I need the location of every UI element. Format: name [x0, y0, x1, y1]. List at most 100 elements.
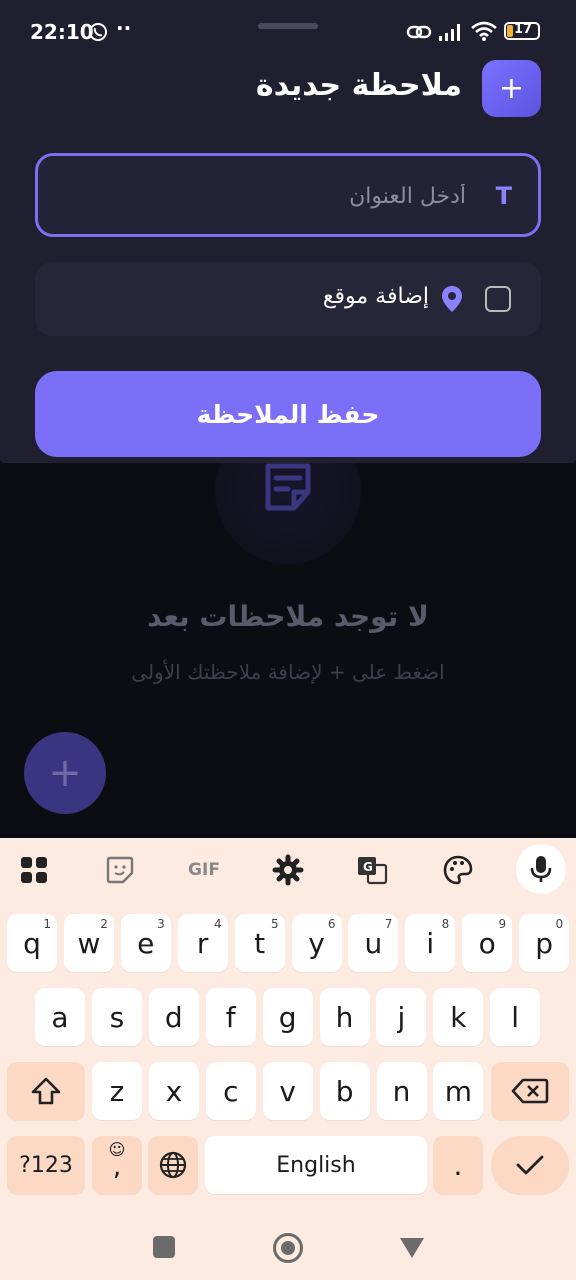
key-label: r [196, 926, 209, 960]
key-l[interactable]: l [490, 988, 541, 1046]
key-label: v [279, 1074, 296, 1108]
key-s[interactable]: s [91, 988, 142, 1046]
key-hint: 1 [43, 917, 51, 931]
key-label: c [223, 1074, 239, 1108]
sticker-icon[interactable] [102, 852, 138, 888]
key-label: b [335, 1074, 354, 1108]
key-k[interactable]: k [433, 988, 484, 1046]
key-b[interactable]: b [319, 1062, 370, 1120]
key-label: k [450, 1000, 467, 1034]
key-a[interactable]: a [35, 988, 85, 1046]
key-w[interactable]: w2 [63, 914, 114, 972]
key-f[interactable]: f [205, 988, 256, 1046]
gif-button[interactable]: GIF [182, 852, 226, 888]
key-label: w [77, 926, 101, 960]
key-q[interactable]: q1 [7, 914, 57, 972]
enter-key[interactable] [491, 1136, 569, 1194]
key-i[interactable]: i8 [405, 914, 456, 972]
key-label: m [444, 1074, 473, 1108]
back-button[interactable] [398, 1236, 426, 1260]
comma-label: , [112, 1152, 122, 1182]
recents-button[interactable] [153, 1236, 175, 1258]
key-r[interactable]: r4 [177, 914, 228, 972]
key-h[interactable]: h [319, 988, 370, 1046]
symbols-key[interactable]: ?123 [7, 1136, 85, 1194]
key-hint: 7 [384, 917, 393, 931]
key-label: d [164, 1000, 183, 1034]
key-label: o [478, 926, 496, 960]
title-field[interactable]: T [35, 153, 541, 237]
key-v[interactable]: v [262, 1062, 313, 1120]
key-c[interactable]: c [205, 1062, 256, 1120]
add-note-fab[interactable]: + [24, 732, 106, 814]
globe-icon [159, 1151, 187, 1179]
plus-icon: + [498, 70, 525, 106]
key-t[interactable]: t5 [234, 914, 285, 972]
period-key[interactable]: . [433, 1136, 483, 1194]
key-label: s [109, 1000, 125, 1034]
key-m[interactable]: m [433, 1062, 484, 1120]
key-g[interactable]: g [262, 988, 313, 1046]
location-checkbox[interactable] [485, 286, 511, 312]
checkmark-icon [516, 1155, 544, 1175]
text-icon: T [495, 182, 512, 210]
key-hint: 6 [327, 917, 336, 931]
title-input[interactable] [86, 178, 466, 214]
key-z[interactable]: z [92, 1062, 142, 1120]
apps-icon[interactable] [16, 852, 52, 888]
key-label: u [364, 926, 383, 960]
empty-state-title: لا توجد ملاحظات بعد [147, 600, 429, 633]
battery-percent: 17 [513, 22, 533, 37]
key-label: a [51, 1000, 69, 1034]
translate-icon[interactable]: G [354, 852, 390, 888]
key-x[interactable]: x [148, 1062, 199, 1120]
empty-state-subtitle: اضغط على + لإضافة ملاحظتك الأولى [131, 660, 445, 684]
key-label: j [397, 1000, 406, 1034]
whatsapp-icon [89, 23, 107, 41]
space-key[interactable]: English [205, 1136, 427, 1194]
save-note-label: حفظ الملاحظة [196, 399, 380, 429]
key-hint: 9 [498, 917, 507, 931]
key-o[interactable]: o9 [462, 914, 513, 972]
mic-button[interactable] [516, 844, 566, 894]
key-j[interactable]: j [376, 988, 427, 1046]
status-bar: 22:10 ·· 17 [0, 0, 576, 64]
emoji-comma-key[interactable]: ☺ , [92, 1136, 142, 1194]
add-button[interactable]: + [482, 60, 541, 117]
backspace-icon [511, 1078, 549, 1104]
svg-text:G: G [363, 860, 373, 874]
navigation-bar [0, 1212, 576, 1280]
settings-icon[interactable] [270, 852, 306, 888]
sheet-title: ملاحظة جديدة [255, 68, 462, 103]
save-note-button[interactable]: حفظ الملاحظة [35, 371, 541, 457]
key-y[interactable]: y6 [291, 914, 342, 972]
backspace-key[interactable] [491, 1062, 569, 1120]
palette-icon[interactable] [440, 852, 476, 888]
mic-icon [530, 856, 552, 882]
key-u[interactable]: u7 [348, 914, 399, 972]
keyboard-toolbar: GIF G [0, 838, 576, 902]
key-e[interactable]: e3 [120, 914, 171, 972]
link-icon [406, 25, 432, 39]
key-p[interactable]: p0 [519, 914, 570, 972]
key-d[interactable]: d [148, 988, 199, 1046]
shift-key[interactable] [7, 1062, 85, 1120]
home-button[interactable] [273, 1233, 303, 1263]
key-label: x [165, 1074, 183, 1108]
location-label: إضافة موقع [322, 284, 429, 309]
key-hint: 0 [555, 917, 564, 931]
add-location-row[interactable]: إضافة موقع [35, 262, 541, 336]
status-more-dots: ·· [116, 16, 132, 40]
key-n[interactable]: n [376, 1062, 427, 1120]
key-label: q [23, 926, 41, 960]
note-icon [265, 463, 311, 511]
key-label: y [308, 926, 325, 960]
new-note-sheet: 22:10 ·· 17 ملاحظة جديدة + T أدخل العنوا… [0, 0, 576, 463]
key-label: f [225, 1000, 236, 1034]
location-pin-icon [442, 286, 462, 312]
key-hint: 4 [214, 917, 222, 931]
language-key[interactable] [148, 1136, 198, 1194]
keyboard: GIF G q1w2e3r4t5y6u7i8o9p0 asdfghjkl zxc… [0, 838, 576, 1212]
key-label: t [254, 926, 266, 960]
key-label: h [335, 1000, 354, 1034]
